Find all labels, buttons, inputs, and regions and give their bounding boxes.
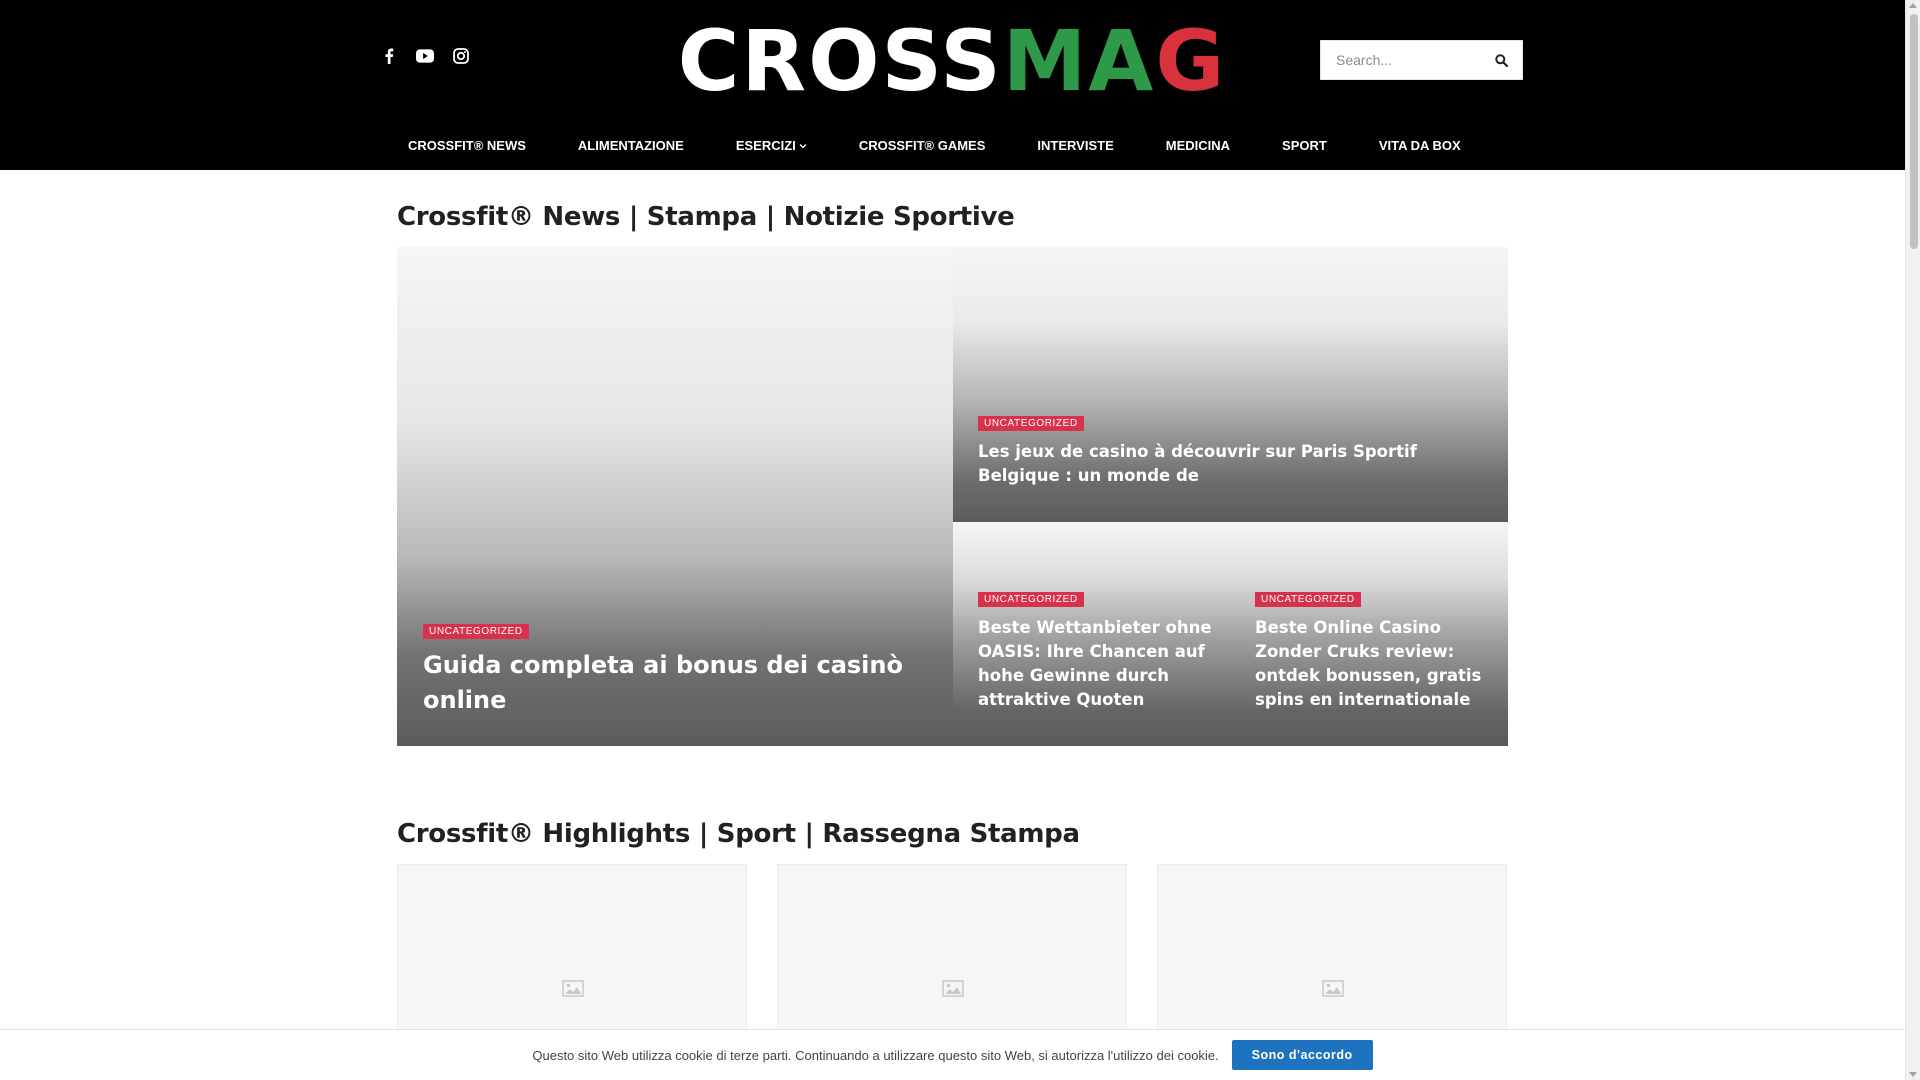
main-navigation: CROSSFIT® NEWS ALIMENTAZIONE ESERCIZI CR… <box>382 122 1487 170</box>
facebook-link[interactable] <box>380 47 398 65</box>
search-box <box>1320 40 1523 80</box>
nav-item-esercizi[interactable]: ESERCIZI <box>710 122 833 170</box>
nav-item-medicina[interactable]: MEDICINA <box>1140 122 1256 170</box>
cookie-accept-button[interactable]: Sono d'accordo <box>1231 1040 1373 1070</box>
category-badge[interactable]: UNCATEGORIZED <box>423 624 529 639</box>
nav-item-alimentazione[interactable]: ALIMENTAZIONE <box>552 122 710 170</box>
hero-article-title[interactable]: Beste Wettanbieter ohne OASIS: Ihre Chan… <box>978 616 1218 712</box>
scroll-up-arrow-icon[interactable] <box>1909 3 1917 8</box>
image-placeholder-icon <box>1322 980 1344 997</box>
nav-item-label: SPORT <box>1282 138 1327 153</box>
hero-article-top-right[interactable]: UNCATEGORIZED Les jeux de casino à décou… <box>953 247 1508 522</box>
hero-article-main[interactable]: UNCATEGORIZED Guida completa ai bonus de… <box>397 247 953 746</box>
hero-article-title[interactable]: Beste Online Casino Zonder Cruks review:… <box>1255 616 1495 712</box>
youtube-icon <box>416 49 434 63</box>
nav-item-label: MEDICINA <box>1165 138 1231 153</box>
category-badge[interactable]: UNCATEGORIZED <box>1255 592 1361 607</box>
category-badge[interactable]: UNCATEGORIZED <box>978 592 1084 607</box>
site-header: CROSSMAG CROSSFIT® NEWS ALIMENTAZIONE ES… <box>0 0 1905 170</box>
nav-item-label: VITA DA BOX <box>1378 138 1461 153</box>
nav-item-crossfit-news[interactable]: CROSSFIT® NEWS <box>382 122 552 170</box>
nav-item-label: ALIMENTAZIONE <box>577 138 684 153</box>
category-badge[interactable]: UNCATEGORIZED <box>978 416 1084 431</box>
search-input[interactable] <box>1321 41 1481 79</box>
image-placeholder-icon <box>942 980 964 997</box>
hero-article-bottom-right[interactable]: UNCATEGORIZED Beste Online Casino Zonder… <box>1230 522 1508 746</box>
youtube-link[interactable] <box>416 47 434 65</box>
highlight-card[interactable] <box>397 864 747 1039</box>
highlight-card[interactable] <box>1157 864 1507 1039</box>
facebook-icon <box>385 48 394 64</box>
instagram-link[interactable] <box>452 47 470 65</box>
nav-item-label: CROSSFIT® NEWS <box>408 138 526 153</box>
chevron-down-icon <box>799 143 807 149</box>
instagram-icon <box>453 48 469 64</box>
cookie-message: Questo sito Web utilizza cookie di terze… <box>532 1047 1219 1063</box>
site-logo[interactable]: CROSS MA G <box>678 12 1225 110</box>
scroll-down-arrow-icon[interactable] <box>1909 1072 1917 1077</box>
nav-item-vita-da-box[interactable]: VITA DA BOX <box>1353 122 1487 170</box>
logo-text-red: G <box>1155 12 1227 110</box>
social-links <box>380 47 470 65</box>
page-scrollbar[interactable] <box>1905 0 1920 1080</box>
nav-item-label: INTERVISTE <box>1037 138 1114 153</box>
logo-text-white: CROSS <box>677 12 1003 110</box>
highlights-section-title: Crossfit® Highlights | Sport | Rassegna … <box>397 819 1080 849</box>
scrollbar-thumb[interactable] <box>1910 14 1918 249</box>
highlight-card[interactable] <box>777 864 1127 1039</box>
logo-text-green: MA <box>1002 12 1156 110</box>
hero-article-title[interactable]: Les jeux de casino à découvrir sur Paris… <box>978 440 1483 488</box>
nav-item-sport[interactable]: SPORT <box>1256 122 1353 170</box>
nav-item-crossfit-games[interactable]: CROSSFIT® GAMES <box>833 122 1012 170</box>
nav-item-label: ESERCIZI <box>735 138 796 153</box>
search-icon <box>1494 53 1508 67</box>
cookie-consent-bar: Questo sito Web utilizza cookie di terze… <box>0 1029 1905 1080</box>
nav-item-interviste[interactable]: INTERVISTE <box>1011 122 1139 170</box>
search-button[interactable] <box>1481 41 1521 79</box>
news-section-title: Crossfit® News | Stampa | Notizie Sporti… <box>397 202 1015 232</box>
hero-article-bottom-left[interactable]: UNCATEGORIZED Beste Wettanbieter ohne OA… <box>953 522 1230 746</box>
hero-article-title[interactable]: Guida completa ai bonus dei casinò onlin… <box>423 648 903 718</box>
nav-item-label: CROSSFIT® GAMES <box>858 138 986 153</box>
image-placeholder-icon <box>562 980 584 997</box>
